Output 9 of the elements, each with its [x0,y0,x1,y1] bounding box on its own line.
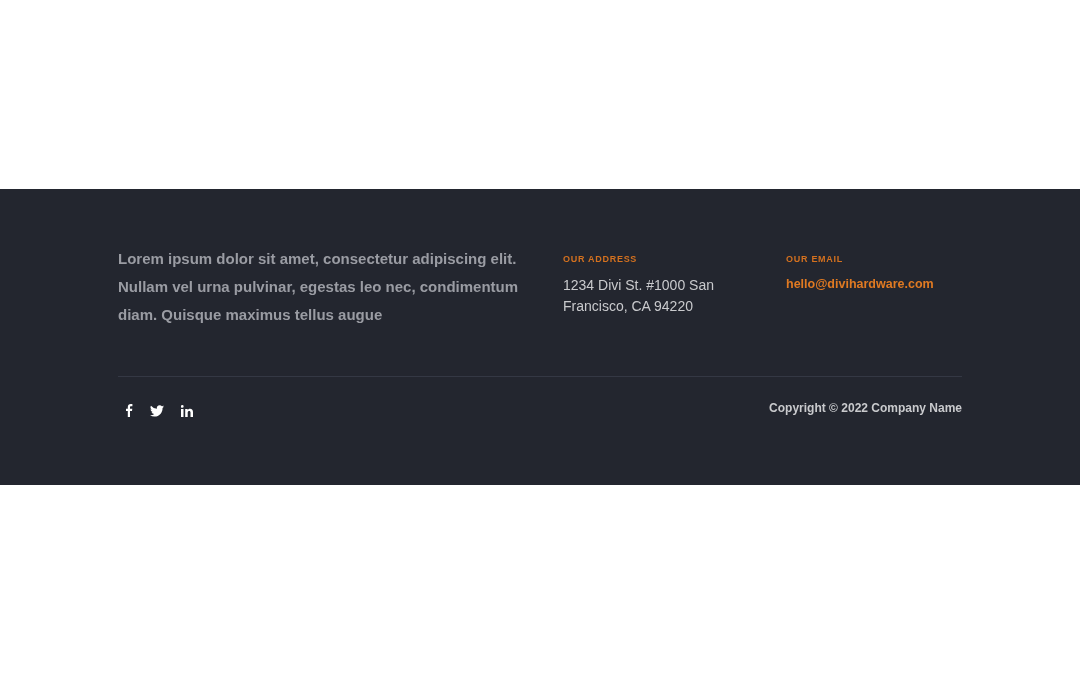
address-text: 1234 Divi St. #1000 San Francisco, CA 94220 [563,275,715,316]
facebook-icon[interactable] [125,404,133,417]
email-heading: OUR EMAIL [786,253,844,266]
email-link[interactable]: hello@divihardware.com [786,274,934,293]
about-text: Lorem ipsum dolor sit amet, consectetur adipiscing elit. Nullam vel urna pulvinar, egestas leo nec, condimentum diam. Quisque maximus tellus augue [118,249,520,325]
twitter-icon[interactable] [150,404,164,417]
copyright-text: Copyright © 2022 Company Name [769,400,962,417]
linkedin-icon[interactable] [181,404,193,417]
address-heading: OUR ADDRESS [563,253,639,266]
